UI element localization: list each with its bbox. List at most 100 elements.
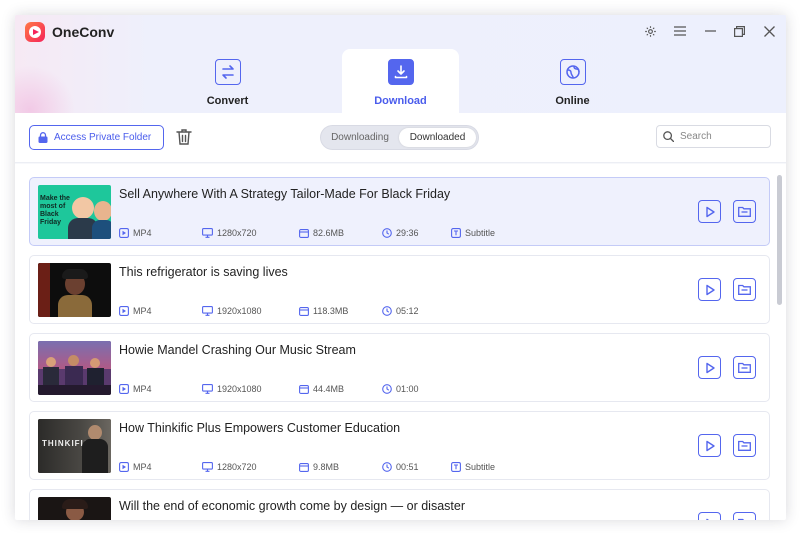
file-size-icon — [299, 307, 309, 316]
video-subtitle: Subtitle — [465, 228, 496, 238]
search-box — [656, 125, 771, 148]
video-title: Howie Mandel Crashing Our Music Stream — [119, 343, 356, 357]
video-resolution: 1280x720 — [217, 462, 257, 472]
tab-online[interactable]: Online — [514, 49, 631, 113]
oneconv-logo-icon — [25, 22, 45, 42]
tab-label: Online — [555, 95, 590, 107]
segment-downloading[interactable]: Downloading — [324, 128, 396, 147]
video-title: Sell Anywhere With A Strategy Tailor-Mad… — [119, 187, 451, 201]
minimize-icon[interactable] — [702, 23, 718, 39]
folder-icon — [738, 206, 751, 217]
folder-icon — [738, 440, 751, 451]
list-scrollbar[interactable] — [777, 175, 782, 305]
video-duration: 00:51 — [396, 462, 419, 472]
video-row[interactable]: THINKIFIC+ How Thinkific Plus Empowers C… — [29, 411, 770, 480]
monitor-icon — [202, 228, 213, 238]
play-icon — [705, 518, 710, 520]
video-duration: 05:12 — [396, 306, 419, 316]
clock-icon — [382, 384, 392, 394]
video-resolution: 1920x1080 — [217, 384, 262, 394]
folder-icon — [738, 518, 745, 520]
subtitle-icon — [451, 228, 461, 238]
play-button[interactable] — [698, 278, 721, 301]
video-thumbnail: THINKIFIC+ — [38, 419, 111, 473]
lock-icon — [38, 132, 48, 143]
tab-label: Convert — [206, 95, 249, 107]
video-title: How Thinkific Plus Empowers Customer Edu… — [119, 421, 401, 435]
video-subtitle: Subtitle — [465, 462, 496, 472]
maximize-icon[interactable] — [731, 23, 747, 39]
play-button[interactable] — [698, 356, 721, 379]
monitor-icon — [202, 306, 213, 316]
subtitle-icon — [451, 462, 461, 472]
video-thumbnail — [38, 341, 111, 395]
app-title: OneConv — [52, 24, 115, 40]
video-row[interactable]: Howie Mandel Crashing Our Music Stream M… — [29, 333, 770, 402]
convert-arrows-icon — [215, 59, 241, 85]
search-icon — [663, 131, 674, 142]
video-size: 118.3MB — [313, 306, 349, 316]
tab-convert[interactable]: Convert — [169, 49, 286, 113]
play-button[interactable] — [698, 200, 721, 223]
clock-icon — [382, 228, 392, 238]
video-title: This refrigerator is saving lives — [119, 265, 288, 279]
download-icon — [388, 59, 414, 85]
tab-label: Download — [374, 95, 427, 107]
clock-icon — [382, 462, 392, 472]
video-duration: 29:36 — [396, 228, 419, 238]
video-row[interactable]: This refrigerator is saving lives MP4 19… — [29, 255, 770, 324]
video-format-icon — [119, 228, 129, 238]
header: OneConv Convert Download Online — [15, 15, 786, 155]
play-icon — [705, 284, 715, 295]
tab-download[interactable]: Download — [342, 49, 459, 113]
video-row[interactable]: Will the end of economic growth come by … — [29, 489, 770, 520]
video-resolution: 1280x720 — [217, 228, 257, 238]
file-size-icon — [299, 229, 309, 238]
play-button[interactable] — [698, 512, 721, 520]
video-format: MP4 — [133, 462, 152, 472]
settings-icon[interactable] — [642, 23, 658, 39]
video-size: 9.8MB — [313, 462, 340, 472]
search-input[interactable] — [680, 131, 760, 142]
video-format-icon — [119, 462, 129, 472]
video-thumbnail: Make the most of Black Friday — [38, 185, 111, 239]
folder-icon — [738, 362, 751, 373]
close-icon[interactable] — [761, 23, 777, 39]
video-duration: 01:00 — [396, 384, 419, 394]
clock-icon — [382, 306, 392, 316]
play-button[interactable] — [698, 434, 721, 457]
file-size-icon — [299, 385, 309, 394]
video-row[interactable]: Make the most of Black Friday Sell Anywh… — [29, 177, 770, 246]
download-status-toggle: Downloading Downloaded — [320, 125, 479, 150]
access-private-folder-button[interactable]: Access Private Folder — [29, 125, 164, 150]
folder-icon — [738, 284, 751, 295]
video-format: MP4 — [133, 384, 152, 394]
play-icon — [705, 440, 715, 451]
video-format-icon — [119, 306, 129, 316]
video-resolution: 1920x1080 — [217, 306, 262, 316]
toolbar: Access Private Folder Downloading Downlo… — [15, 113, 786, 163]
open-folder-button[interactable] — [733, 434, 756, 457]
monitor-icon — [202, 462, 213, 472]
play-icon — [705, 206, 715, 217]
file-size-icon — [299, 463, 309, 472]
open-folder-button[interactable] — [733, 512, 756, 520]
app-window: OneConv Convert Download Online Access P… — [15, 15, 786, 520]
video-title: Will the end of economic growth come by … — [119, 499, 465, 513]
video-size: 82.6MB — [313, 228, 345, 238]
segment-downloaded[interactable]: Downloaded — [399, 128, 476, 147]
video-thumbnail — [38, 263, 111, 317]
play-icon — [705, 362, 715, 373]
video-list: Make the most of Black Friday Sell Anywh… — [15, 164, 786, 520]
private-folder-label: Access Private Folder — [54, 132, 152, 143]
trash-icon[interactable] — [176, 128, 192, 146]
menu-icon[interactable] — [672, 23, 688, 39]
video-size: 44.4MB — [313, 384, 345, 394]
open-folder-button[interactable] — [733, 278, 756, 301]
open-folder-button[interactable] — [733, 356, 756, 379]
monitor-icon — [202, 384, 213, 394]
globe-icon — [560, 59, 586, 85]
open-folder-button[interactable] — [733, 200, 756, 223]
video-thumbnail — [38, 497, 111, 520]
video-format-icon — [119, 384, 129, 394]
